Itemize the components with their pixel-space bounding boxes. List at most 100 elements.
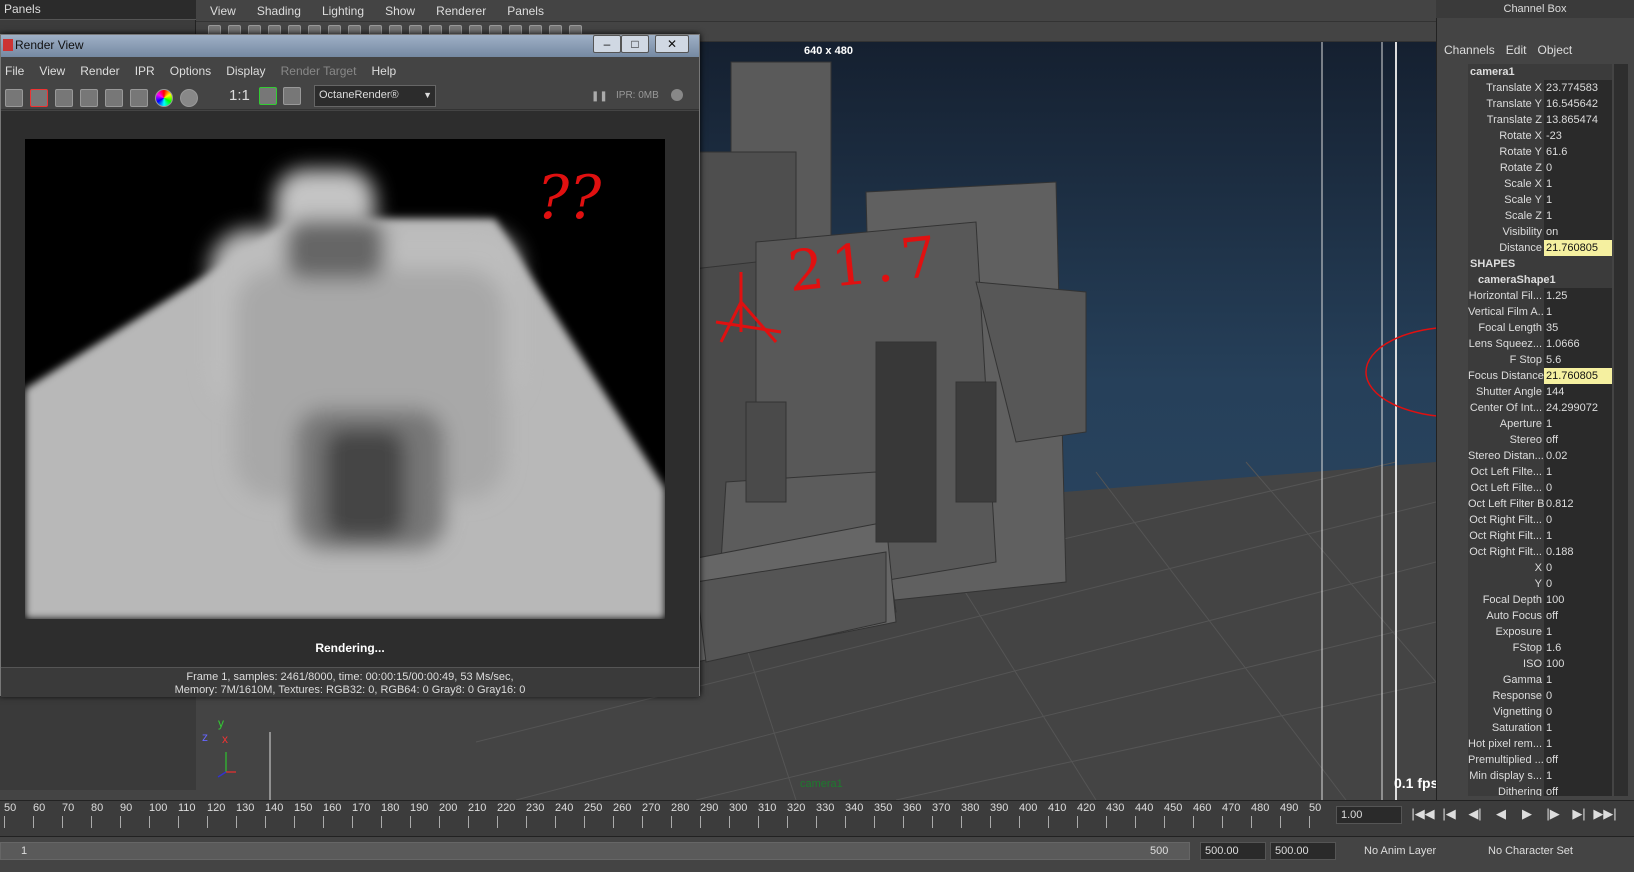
channel-row[interactable]: Shutter Angle 144 <box>1468 384 1612 400</box>
channel-value[interactable]: 35 <box>1544 320 1612 336</box>
channel-row[interactable]: X0 <box>1468 560 1612 576</box>
channel-value[interactable]: 0 <box>1544 576 1612 592</box>
channel-row[interactable]: Lens Squeez... 1.0666 <box>1468 336 1612 352</box>
channel-row[interactable]: Scale X1 <box>1468 176 1612 192</box>
rv-menu-file[interactable]: File <box>5 61 24 81</box>
playback-button-icon[interactable]: |◀◀ <box>1410 806 1436 822</box>
channel-row[interactable]: Vertical Film A... 1 <box>1468 304 1612 320</box>
channel-value[interactable]: 0.812 <box>1544 496 1612 512</box>
playback-button-icon[interactable]: ▶▶| <box>1592 806 1618 822</box>
channel-value[interactable]: 0 <box>1544 560 1612 576</box>
menu-panels[interactable]: Panels <box>507 0 544 22</box>
channel-value[interactable]: 1.25 <box>1544 288 1612 304</box>
channel-row[interactable]: Vignetting 0 <box>1468 704 1612 720</box>
channel-row[interactable]: Focus Distance 21.760805 <box>1468 368 1612 384</box>
channel-row[interactable]: Response 0 <box>1468 688 1612 704</box>
channel-row[interactable]: Y0 <box>1468 576 1612 592</box>
channel-row[interactable]: F Stop 5.6 <box>1468 352 1612 368</box>
range-slider[interactable]: 1 <box>0 842 1190 860</box>
channel-row[interactable]: Exposure 1 <box>1468 624 1612 640</box>
channel-row[interactable]: Saturation 1 <box>1468 720 1612 736</box>
channel-value[interactable]: 0 <box>1544 512 1612 528</box>
channel-row[interactable]: Aperture 1 <box>1468 416 1612 432</box>
ipr-options-icon[interactable] <box>130 89 149 107</box>
left-panel-scroll-area[interactable] <box>0 690 196 790</box>
channel-value[interactable]: 1.0666 <box>1544 336 1612 352</box>
channel-value[interactable]: 5.6 <box>1544 352 1612 368</box>
channel-value[interactable]: 21.760805 <box>1544 240 1612 256</box>
rgb-channels-icon[interactable] <box>155 89 174 107</box>
ipr-render-icon[interactable] <box>80 89 99 107</box>
channel-value[interactable]: 0.02 <box>1544 448 1612 464</box>
playback-button-icon[interactable]: |◀ <box>1436 806 1462 822</box>
rv-menu-ipr[interactable]: IPR <box>135 61 155 81</box>
playback-button-icon[interactable]: ◀ <box>1488 806 1514 822</box>
channel-value[interactable]: 1 <box>1544 208 1612 224</box>
real-size-button[interactable]: 1:1 <box>229 87 250 104</box>
channel-value[interactable]: off <box>1544 432 1612 448</box>
channel-row[interactable]: Oct Right Filt... 0.188 <box>1468 544 1612 560</box>
channel-value[interactable]: 16.545642 <box>1544 96 1612 112</box>
channel-box-scrollbar[interactable] <box>1614 64 1628 796</box>
pause-ipr-icon[interactable]: ❚❚ <box>591 91 608 102</box>
channel-value[interactable]: -23 <box>1544 128 1612 144</box>
render-region-icon[interactable] <box>30 89 49 107</box>
shape-name[interactable]: cameraShape1 <box>1468 272 1612 288</box>
anim-layer-select[interactable]: No Anim Layer <box>1364 842 1474 860</box>
character-set-select[interactable]: No Character Set <box>1488 842 1588 860</box>
channel-row[interactable]: Oct Left Filter B 0.812 <box>1468 496 1612 512</box>
channel-value[interactable]: 0.188 <box>1544 544 1612 560</box>
rv-menu-options[interactable]: Options <box>170 61 211 81</box>
channel-value[interactable]: 61.6 <box>1544 144 1612 160</box>
rv-menu-display[interactable]: Display <box>226 61 265 81</box>
channel-row[interactable]: Oct Left Filte... 1 <box>1468 464 1612 480</box>
channel-value[interactable]: 0 <box>1544 480 1612 496</box>
channel-row[interactable]: Dithering off <box>1468 784 1612 796</box>
maximize-button[interactable]: □ <box>621 35 649 53</box>
channel-value[interactable]: 13.865474 <box>1544 112 1612 128</box>
channel-row[interactable]: Distance 21.760805 <box>1468 240 1612 256</box>
current-frame-field[interactable]: 1.00 <box>1336 806 1402 824</box>
channel-value[interactable]: 0 <box>1544 704 1612 720</box>
playback-button-icon[interactable]: ▶ <box>1514 806 1540 822</box>
channel-row[interactable]: Scale Y1 <box>1468 192 1612 208</box>
channel-row[interactable]: Min display s... 1 <box>1468 768 1612 784</box>
menu-renderer[interactable]: Renderer <box>436 0 486 22</box>
channel-row[interactable]: Translate X 23.774583 <box>1468 80 1612 96</box>
render-view-titlebar[interactable]: Render View – □ ✕ <box>1 35 699 57</box>
channel-value[interactable]: 1 <box>1544 672 1612 688</box>
keep-image-icon[interactable] <box>259 87 277 105</box>
channel-row[interactable]: Stereo Distan... 0.02 <box>1468 448 1612 464</box>
snapshot-icon[interactable] <box>55 89 74 107</box>
channel-row[interactable]: Visibility on <box>1468 224 1612 240</box>
close-button[interactable]: ✕ <box>655 35 689 53</box>
rv-menu-render[interactable]: Render <box>80 61 119 81</box>
playback-button-icon[interactable]: ▶| <box>1566 806 1592 822</box>
channel-value[interactable]: 1.6 <box>1544 640 1612 656</box>
channel-row[interactable]: FStop 1.6 <box>1468 640 1612 656</box>
channel-value[interactable]: 23.774583 <box>1544 80 1612 96</box>
rv-menu-help[interactable]: Help <box>372 61 397 81</box>
channel-value[interactable]: off <box>1544 608 1612 624</box>
tab-object[interactable]: Object <box>1538 40 1573 60</box>
channel-value[interactable]: 100 <box>1544 592 1612 608</box>
channel-value[interactable]: 1 <box>1544 624 1612 640</box>
channel-row[interactable]: Focal Length 35 <box>1468 320 1612 336</box>
playback-end-field[interactable]: 500.00 <box>1270 842 1336 860</box>
animation-end-field[interactable]: 500.00 <box>1200 842 1266 860</box>
tab-channels[interactable]: Channels <box>1444 40 1495 60</box>
channel-value[interactable]: 21.760805 <box>1544 368 1612 384</box>
channel-row[interactable]: Premultiplied ... off <box>1468 752 1612 768</box>
minimize-button[interactable]: – <box>593 35 621 53</box>
channel-row[interactable]: Translate Y 16.545642 <box>1468 96 1612 112</box>
channel-value[interactable]: 1 <box>1544 304 1612 320</box>
channel-row[interactable]: Translate Z 13.865474 <box>1468 112 1612 128</box>
channel-value[interactable]: off <box>1544 784 1612 796</box>
playback-button-icon[interactable]: ◀| <box>1462 806 1488 822</box>
render-view-window[interactable]: Render View – □ ✕ File View Render IPR O… <box>0 34 700 697</box>
alpha-channel-icon[interactable] <box>180 89 199 107</box>
channel-value[interactable]: on <box>1544 224 1612 240</box>
channel-value[interactable]: 0 <box>1544 688 1612 704</box>
renderer-select[interactable]: OctaneRender® ▼ <box>314 85 436 107</box>
menu-shading[interactable]: Shading <box>257 0 301 22</box>
